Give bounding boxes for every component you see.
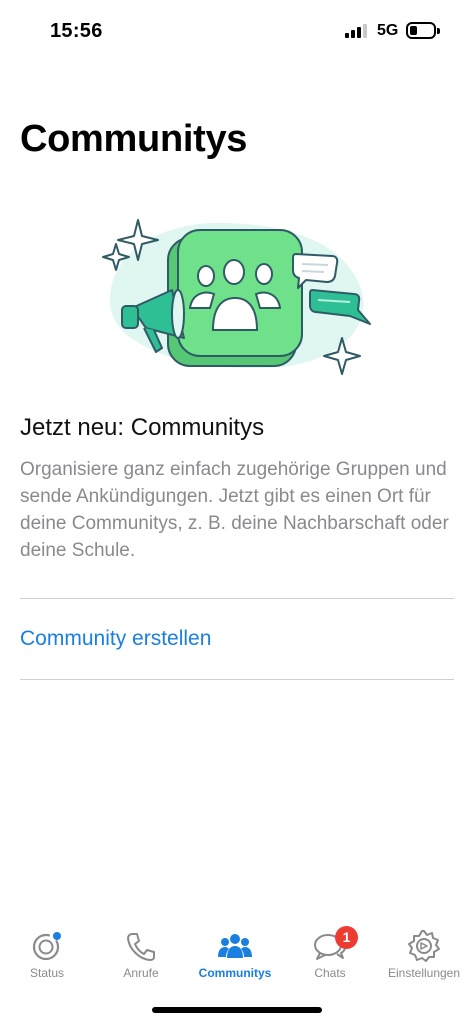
tab-label: Status — [29, 966, 65, 980]
page-title: Communitys — [20, 118, 248, 160]
network-type: 5G — [377, 22, 399, 39]
signal-strength-icon — [345, 24, 369, 38]
divider — [20, 679, 454, 680]
chats-unread-badge: 1 — [335, 926, 358, 949]
battery-icon — [406, 22, 440, 39]
tab-status[interactable]: Status — [0, 920, 94, 990]
create-community-button[interactable]: Community erstellen — [20, 627, 211, 651]
tab-communitys[interactable]: Communitys — [188, 920, 282, 990]
intro-heading: Jetzt neu: Communitys — [20, 414, 265, 441]
communities-illustration — [102, 219, 371, 375]
intro-description: Organisiere ganz einfach zugehörige Grup… — [20, 459, 449, 561]
tab-label: Anrufe — [123, 966, 159, 980]
status-bar: 15:56 5G — [0, 0, 473, 62]
tab-bar: Status Anrufe Communitys 1 Chats Einstel… — [0, 920, 473, 990]
tab-chats[interactable]: 1 Chats — [283, 920, 377, 990]
tab-label: Communitys — [198, 966, 272, 980]
divider — [20, 598, 454, 599]
tab-label: Einstellungen — [387, 966, 461, 980]
communities-icon — [218, 934, 252, 958]
status-time: 15:56 — [50, 20, 103, 42]
phone-icon — [127, 933, 155, 961]
tab-label: Chats — [314, 966, 346, 980]
tab-einstellungen[interactable]: Einstellungen — [377, 920, 471, 990]
home-indicator — [152, 1007, 322, 1013]
status-icon — [32, 932, 61, 961]
gear-icon — [408, 930, 440, 962]
tab-anrufe[interactable]: Anrufe — [94, 920, 188, 990]
